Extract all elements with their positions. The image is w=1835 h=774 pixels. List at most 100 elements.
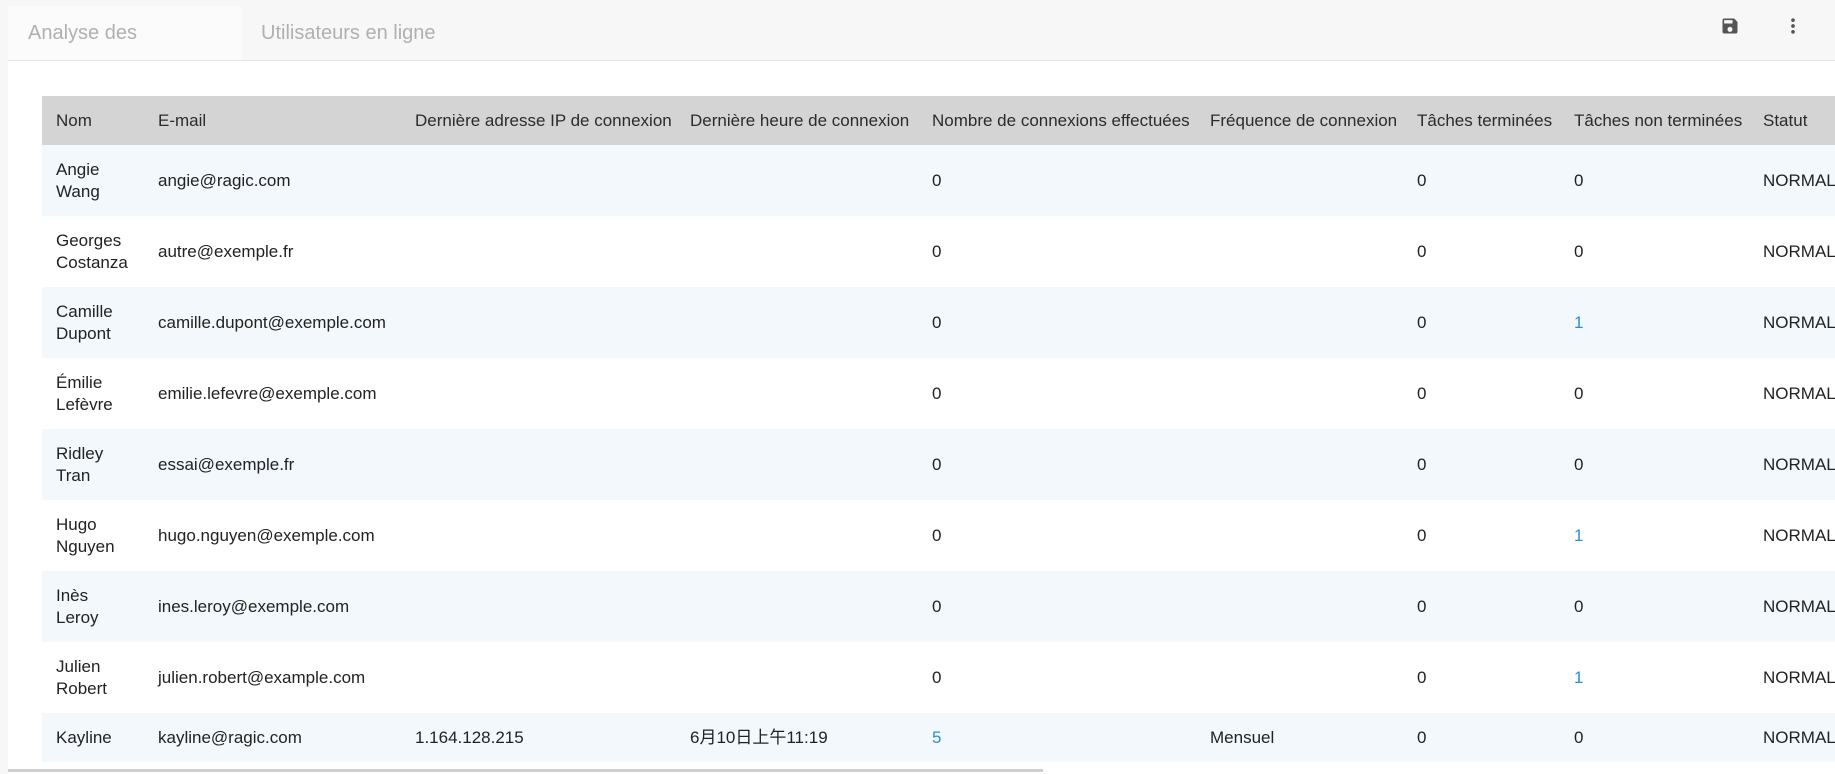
cell-last-time [676, 287, 918, 358]
cell-login-frequency [1196, 571, 1403, 642]
cell-login-frequency [1196, 429, 1403, 500]
cell-email: julien.robert@example.com [144, 642, 401, 713]
cell-email: camille.dupont@exemple.com [144, 287, 401, 358]
col-header-name[interactable]: Nom [42, 96, 144, 145]
cell-tasks-done: 0 [1403, 642, 1560, 713]
cell-tasks-done: 0 [1403, 358, 1560, 429]
cell-tasks-open-link[interactable]: 1 [1560, 287, 1749, 358]
col-header-tasks-open[interactable]: Tâches non terminées [1560, 96, 1749, 145]
cell-email: hugo.nguyen@exemple.com [144, 500, 401, 571]
table-row: Julien Robert julien.robert@example.com … [42, 642, 1835, 713]
cell-login-count-link[interactable]: 5 [918, 713, 1196, 762]
cell-email: kayline@ragic.com [144, 713, 401, 762]
cell-login-frequency [1196, 216, 1403, 287]
cell-login-count: 0 [918, 358, 1196, 429]
cell-last-time: 6月10日上午11:19 [676, 713, 918, 762]
cell-email: essai@exemple.fr [144, 429, 401, 500]
save-icon[interactable] [1712, 12, 1748, 40]
cell-login-count: 0 [918, 429, 1196, 500]
cell-tasks-done: 0 [1403, 500, 1560, 571]
horizontal-scrollbar[interactable] [8, 769, 1043, 772]
cell-status: NORMAL [1749, 642, 1835, 713]
cell-status: NORMAL [1749, 216, 1835, 287]
cell-tasks-open: 0 [1560, 216, 1749, 287]
cell-status: NORMAL [1749, 429, 1835, 500]
cell-last-ip [401, 358, 676, 429]
cell-tasks-done: 0 [1403, 429, 1560, 500]
cell-name: Camille Dupont [42, 287, 144, 358]
cell-status: NORMAL [1749, 500, 1835, 571]
table-row: Hugo Nguyen hugo.nguyen@exemple.com 0 0 … [42, 500, 1835, 571]
table-row: Émilie Lefèvre emilie.lefevre@exemple.co… [42, 358, 1835, 429]
cell-last-time [676, 642, 918, 713]
cell-login-frequency [1196, 287, 1403, 358]
cell-login-frequency [1196, 145, 1403, 216]
tab-user-analysis[interactable]: Analyse des utilisateurs [8, 6, 242, 98]
cell-status: NORMAL [1749, 287, 1835, 358]
col-header-login-frequency[interactable]: Fréquence de connexion [1196, 96, 1403, 145]
cell-name: Julien Robert [42, 642, 144, 713]
col-header-status[interactable]: Statut [1749, 96, 1835, 145]
cell-login-frequency [1196, 500, 1403, 571]
cell-email: angie@ragic.com [144, 145, 401, 216]
more-vertical-icon[interactable] [1775, 12, 1811, 40]
cell-login-count: 0 [918, 287, 1196, 358]
cell-name: Angie Wang [42, 145, 144, 216]
content-panel: Nom E-mail Dernière adresse IP de connex… [8, 60, 1835, 774]
cell-tasks-open: 0 [1560, 429, 1749, 500]
cell-last-ip [401, 500, 676, 571]
cell-name: Inès Leroy [42, 571, 144, 642]
cell-tasks-done: 0 [1403, 216, 1560, 287]
col-header-login-count[interactable]: Nombre de connexions effectuées [918, 96, 1196, 145]
cell-login-count: 0 [918, 145, 1196, 216]
cell-tasks-open: 0 [1560, 145, 1749, 216]
col-header-last-time[interactable]: Dernière heure de connexion [676, 96, 918, 145]
table-row: Georges Costanza autre@exemple.fr 0 0 0 … [42, 216, 1835, 287]
cell-last-ip [401, 642, 676, 713]
cell-name: Ridley Tran [42, 429, 144, 500]
cell-login-count: 0 [918, 642, 1196, 713]
cell-last-time [676, 145, 918, 216]
col-header-tasks-done[interactable]: Tâches terminées [1403, 96, 1560, 145]
table-row: Camille Dupont camille.dupont@exemple.co… [42, 287, 1835, 358]
col-header-email[interactable]: E-mail [144, 96, 401, 145]
cell-last-time [676, 358, 918, 429]
cell-login-count: 0 [918, 500, 1196, 571]
cell-last-ip [401, 429, 676, 500]
cell-last-ip [401, 287, 676, 358]
tab-bar: Analyse des utilisateurs Utilisateurs en… [0, 0, 1835, 98]
cell-status: NORMAL [1749, 713, 1835, 762]
cell-email: ines.leroy@exemple.com [144, 571, 401, 642]
cell-name: Hugo Nguyen [42, 500, 144, 571]
col-header-last-ip[interactable]: Dernière adresse IP de connexion [401, 96, 676, 145]
cell-status: NORMAL [1749, 571, 1835, 642]
tab-online-users[interactable]: Utilisateurs en ligne [241, 6, 461, 60]
cell-email: emilie.lefevre@exemple.com [144, 358, 401, 429]
cell-login-frequency [1196, 358, 1403, 429]
cell-status: NORMAL [1749, 145, 1835, 216]
cell-tasks-done: 0 [1403, 287, 1560, 358]
cell-last-ip [401, 216, 676, 287]
cell-last-time [676, 500, 918, 571]
cell-last-time [676, 571, 918, 642]
cell-tasks-open-link[interactable]: 1 [1560, 642, 1749, 713]
cell-last-ip: 1.164.128.215 [401, 713, 676, 762]
cell-email: autre@exemple.fr [144, 216, 401, 287]
cell-login-frequency: Mensuel [1196, 713, 1403, 762]
cell-tasks-open: 0 [1560, 713, 1749, 762]
cell-login-count: 0 [918, 216, 1196, 287]
table-row: Kayline kayline@ragic.com 1.164.128.215 … [42, 713, 1835, 762]
cell-last-ip [401, 145, 676, 216]
table-row: Angie Wang angie@ragic.com 0 0 0 NORMAL [42, 145, 1835, 216]
cell-name: Kayline [42, 713, 144, 762]
cell-status: NORMAL [1749, 358, 1835, 429]
table-header-row: Nom E-mail Dernière adresse IP de connex… [42, 96, 1835, 145]
cell-tasks-open-link[interactable]: 1 [1560, 500, 1749, 571]
cell-tasks-open: 0 [1560, 571, 1749, 642]
cell-tasks-done: 0 [1403, 713, 1560, 762]
cell-login-count: 0 [918, 571, 1196, 642]
cell-tasks-open: 0 [1560, 358, 1749, 429]
cell-tasks-done: 0 [1403, 571, 1560, 642]
user-analysis-table: Nom E-mail Dernière adresse IP de connex… [42, 96, 1835, 762]
cell-tasks-done: 0 [1403, 145, 1560, 216]
